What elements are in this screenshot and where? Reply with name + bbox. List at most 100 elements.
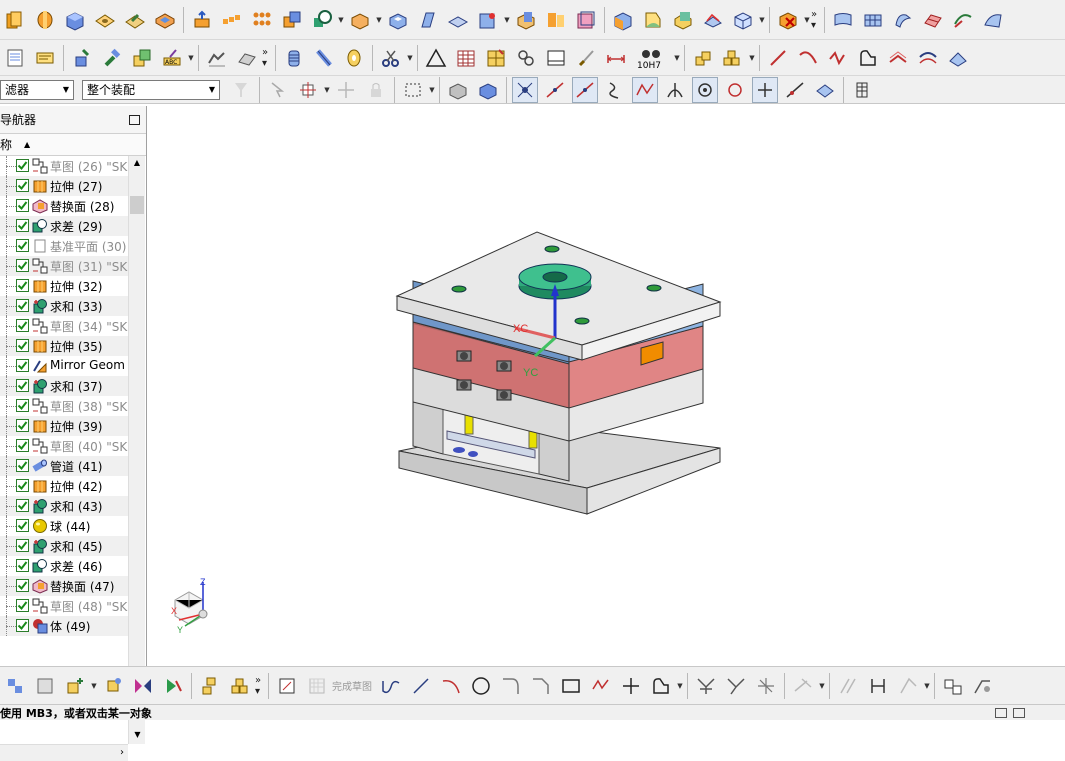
- snap-quadrant-icon[interactable]: [632, 76, 658, 103]
- assembly-add-icon[interactable]: [69, 45, 95, 71]
- visibility-checkbox[interactable]: [16, 619, 29, 632]
- intersect-curve-icon[interactable]: [945, 45, 971, 71]
- selection-scope-select[interactable]: 整个装配 ▼: [82, 79, 220, 100]
- tree-node[interactable]: 求差 (29): [0, 216, 128, 236]
- status-icon-2[interactable]: [1013, 707, 1025, 718]
- table-tool-icon[interactable]: [453, 45, 479, 71]
- constraint-icon[interactable]: [160, 673, 186, 699]
- tree-node[interactable]: 拉伸 (42): [0, 476, 128, 496]
- assembly-tree-icon[interactable]: [2, 673, 28, 699]
- sequence-icon[interactable]: [227, 673, 253, 699]
- perpendicular-icon[interactable]: [895, 673, 921, 699]
- sketch-fillet-icon[interactable]: [498, 673, 524, 699]
- sketch-point-icon[interactable]: [618, 673, 644, 699]
- dimension-tool-icon[interactable]: [603, 45, 629, 71]
- tree-node[interactable]: 替换面 (28): [0, 196, 128, 216]
- snap-point-icon[interactable]: [295, 77, 321, 103]
- sketch-circle-icon[interactable]: [468, 673, 494, 699]
- tree-node[interactable]: 拉伸 (27): [0, 176, 128, 196]
- sketch-rectangle-icon[interactable]: [558, 673, 584, 699]
- snap-curve-icon[interactable]: [602, 77, 628, 103]
- extract-geometry-icon[interactable]: [610, 7, 636, 33]
- tree-node[interactable]: 体 (49): [0, 616, 128, 636]
- snap-midpoint-icon[interactable]: [542, 77, 568, 103]
- project-curve-icon[interactable]: [915, 45, 941, 71]
- tree-node[interactable]: 求和 (45): [0, 536, 128, 556]
- snap-point-on-curve-icon[interactable]: [782, 77, 808, 103]
- view-triad[interactable]: [174, 582, 208, 627]
- mold-base-model[interactable]: XC YC Z X Y: [157, 106, 1065, 666]
- tree-node[interactable]: 草图 (26) "SKE: [0, 156, 128, 176]
- gear-icon[interactable]: [513, 45, 539, 71]
- replace-face-tool-icon[interactable]: [573, 7, 599, 33]
- visibility-checkbox[interactable]: [16, 359, 29, 372]
- move-component-icon[interactable]: [100, 673, 126, 699]
- hole-tool-icon[interactable]: [92, 7, 118, 33]
- grid-tool-icon[interactable]: [483, 45, 509, 71]
- fit-view-icon[interactable]: [475, 77, 501, 103]
- scroll-thumb[interactable]: [130, 196, 144, 214]
- status-icon-1[interactable]: [995, 707, 1007, 718]
- stack-pattern-icon[interactable]: [720, 45, 746, 71]
- visibility-checkbox[interactable]: [16, 259, 29, 272]
- snap-lock-icon[interactable]: [363, 77, 389, 103]
- tree-node[interactable]: 基准平面 (30): [0, 236, 128, 256]
- hole-pattern-icon[interactable]: [249, 7, 275, 33]
- tree-node[interactable]: 求和 (43): [0, 496, 128, 516]
- note-tool-icon[interactable]: [32, 45, 58, 71]
- offset-face-icon[interactable]: [347, 7, 373, 33]
- quick-extend-icon[interactable]: [723, 673, 749, 699]
- section-view-icon[interactable]: [700, 7, 726, 33]
- tree-node[interactable]: 草图 (34) "SKE: [0, 316, 128, 336]
- boss-tool-icon[interactable]: [122, 7, 148, 33]
- stack-tool-icon[interactable]: [690, 45, 716, 71]
- snap-existing-point-icon[interactable]: [752, 76, 778, 103]
- visibility-checkbox[interactable]: [16, 519, 29, 532]
- block-tool-icon[interactable]: [62, 7, 88, 33]
- filter-reset-icon[interactable]: [228, 77, 254, 103]
- snap-control-point-icon[interactable]: [572, 76, 598, 103]
- n-sided-surface-icon[interactable]: [980, 7, 1006, 33]
- tree-node[interactable]: 求和 (37): [0, 376, 128, 396]
- visibility-checkbox[interactable]: [16, 419, 29, 432]
- hammer-tool-icon[interactable]: [99, 45, 125, 71]
- visibility-checkbox[interactable]: [16, 499, 29, 512]
- navigator-column-header[interactable]: 称 ▲: [0, 134, 146, 156]
- spline-tool-icon[interactable]: [825, 45, 851, 71]
- wave-link-icon[interactable]: [129, 45, 155, 71]
- scroll-down-icon[interactable]: ▼: [129, 728, 146, 742]
- sheet-metal-icon[interactable]: [234, 45, 260, 71]
- scissors-tool-icon[interactable]: [378, 45, 404, 71]
- through-curves-icon[interactable]: [950, 7, 976, 33]
- emboss-tool-icon[interactable]: [204, 45, 230, 71]
- mesh-surface-icon[interactable]: [860, 7, 886, 33]
- visibility-checkbox[interactable]: [16, 299, 29, 312]
- explode-view-icon[interactable]: [197, 673, 223, 699]
- parallel-constraint-icon[interactable]: [835, 673, 861, 699]
- washer-tool-icon[interactable]: [341, 45, 367, 71]
- delete-body-icon[interactable]: [775, 7, 801, 33]
- split-body-icon[interactable]: [543, 7, 569, 33]
- tree-node[interactable]: 拉伸 (35): [0, 336, 128, 356]
- horizontal-scrollbar[interactable]: ›: [0, 744, 128, 761]
- tree-node[interactable]: 草图 (38) "SKE: [0, 396, 128, 416]
- unite-tool-icon[interactable]: [279, 7, 305, 33]
- surface-tool-icon[interactable]: [830, 7, 856, 33]
- pattern-tool-icon[interactable]: [219, 7, 245, 33]
- trim-body-icon[interactable]: [513, 7, 539, 33]
- swept-tool-icon[interactable]: [890, 7, 916, 33]
- visibility-checkbox[interactable]: [16, 399, 29, 412]
- sew-tool-icon[interactable]: [640, 7, 666, 33]
- subtract-tool-icon[interactable]: [309, 7, 335, 33]
- visibility-checkbox[interactable]: [16, 179, 29, 192]
- tree-node[interactable]: 球 (44): [0, 516, 128, 536]
- sketch-icon[interactable]: [274, 673, 300, 699]
- tree-node[interactable]: 求和 (33): [0, 296, 128, 316]
- visibility-checkbox[interactable]: [16, 539, 29, 552]
- revolve-tool-icon[interactable]: [32, 7, 58, 33]
- rounded-shape-icon[interactable]: [855, 45, 881, 71]
- finish-sketch-icon[interactable]: [304, 673, 330, 699]
- visibility-checkbox[interactable]: [16, 159, 29, 172]
- box-select-icon[interactable]: [400, 77, 426, 103]
- visibility-checkbox[interactable]: [16, 279, 29, 292]
